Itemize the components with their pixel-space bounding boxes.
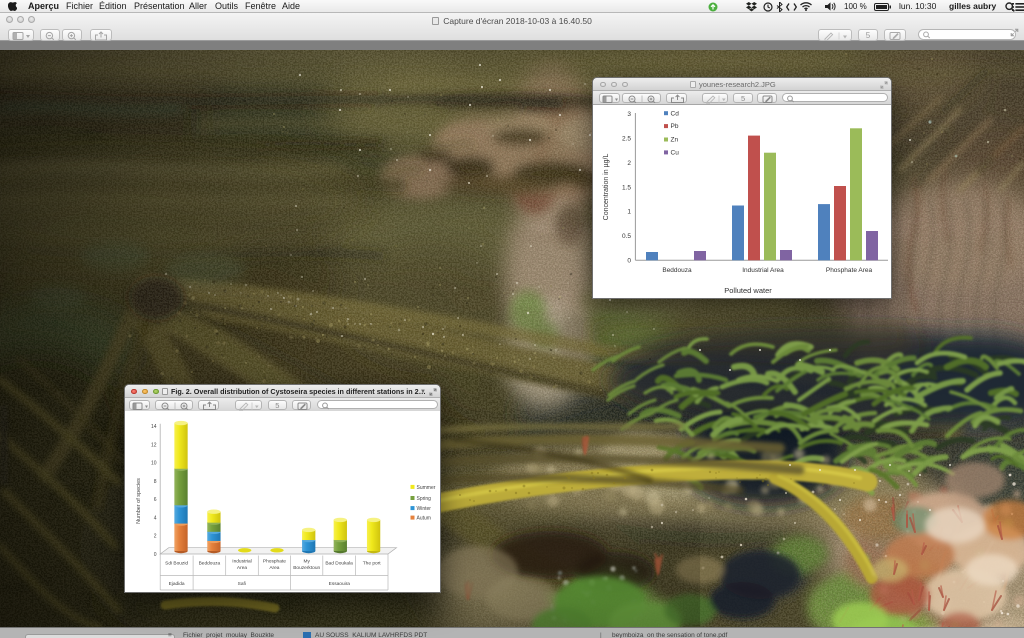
svg-text:Essaouira: Essaouira <box>329 581 351 587</box>
svg-text:Summer: Summer <box>417 485 436 491</box>
svg-text:14: 14 <box>151 424 157 430</box>
svg-text:Safi: Safi <box>238 581 246 587</box>
svg-text:Area: Area <box>269 565 279 571</box>
svg-text:Autum: Autum <box>417 516 431 522</box>
svg-text:Bouzerktoun: Bouzerktoun <box>293 565 320 571</box>
svg-text:6: 6 <box>154 497 157 503</box>
svg-text:12: 12 <box>151 442 157 448</box>
svg-text:Polluted water: Polluted water <box>724 286 772 295</box>
svg-text:Zn: Zn <box>671 137 679 144</box>
svg-text:0: 0 <box>154 552 157 558</box>
svg-text:Industrial: Industrial <box>232 559 251 565</box>
svg-text:10: 10 <box>151 461 157 467</box>
svg-text:Beddouza: Beddouza <box>662 267 692 274</box>
svg-text:Pb: Pb <box>671 123 679 130</box>
svg-text:2: 2 <box>154 534 157 540</box>
svg-text:Sdi Bouzid: Sdi Bouzid <box>165 561 188 567</box>
svg-text:Phosphate: Phosphate <box>263 559 286 565</box>
svg-text:Ejadida: Ejadida <box>169 581 185 587</box>
svg-text:1: 1 <box>627 209 631 216</box>
svg-text:0.5: 0.5 <box>622 233 631 240</box>
svg-text:Phosphate Area: Phosphate Area <box>826 267 873 274</box>
svg-text:4: 4 <box>154 515 157 521</box>
svg-text:8: 8 <box>154 479 157 485</box>
svg-text:1.5: 1.5 <box>622 184 631 191</box>
svg-text:2.5: 2.5 <box>622 135 631 142</box>
svg-text:0: 0 <box>627 258 631 265</box>
svg-text:Area: Area <box>237 565 247 571</box>
svg-text:Concentration in µg/L: Concentration in µg/L <box>603 154 610 221</box>
svg-text:Industrial Area: Industrial Area <box>742 267 784 274</box>
svg-text:Number of species: Number of species <box>136 478 142 524</box>
svg-text:Cu: Cu <box>671 150 680 157</box>
svg-text:Winter: Winter <box>417 506 432 512</box>
svg-text:My: My <box>303 559 310 565</box>
svg-text:The port: The port <box>363 561 382 567</box>
svg-text:2: 2 <box>627 160 631 167</box>
svg-text:Cd: Cd <box>671 110 680 117</box>
svg-text:3: 3 <box>627 111 631 118</box>
svg-text:Spring: Spring <box>417 496 432 502</box>
svg-text:Beddouza: Beddouza <box>199 561 221 567</box>
svg-text:Bad Doukala: Bad Doukala <box>325 561 353 567</box>
